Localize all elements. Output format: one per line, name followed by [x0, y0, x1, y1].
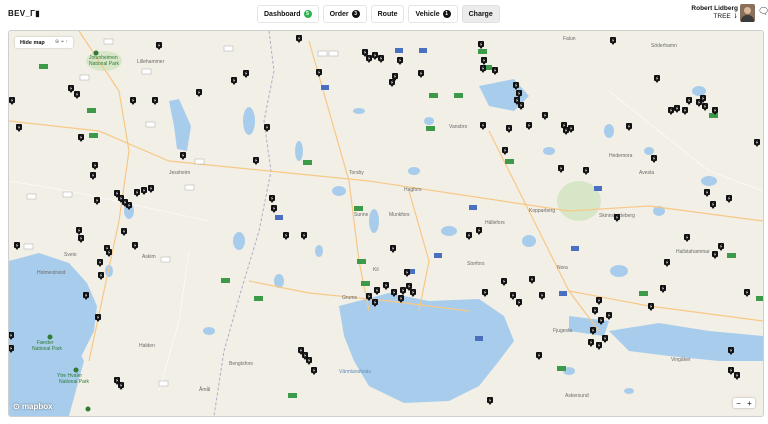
- svg-text:Vingåker: Vingåker: [671, 356, 691, 363]
- org-selector[interactable]: TREE ⇂: [691, 13, 738, 21]
- hide-map-button[interactable]: Hide map ⊕ ⌖ ↑: [15, 37, 74, 48]
- svg-text:Fjugesta: Fjugesta: [553, 328, 572, 334]
- top-bar: BEV_Γ▮ Dashboard 5 Order 3 Route Vehicle…: [0, 0, 768, 28]
- tab-dashboard[interactable]: Dashboard 5: [257, 5, 319, 23]
- tab-charge[interactable]: Charge: [461, 5, 500, 23]
- zoom-in-button[interactable]: +: [744, 398, 755, 408]
- zoom-control: − +: [733, 398, 755, 408]
- svg-text:Jessheim: Jessheim: [169, 170, 190, 176]
- tab-label: Dashboard: [264, 10, 301, 18]
- svg-text:Sunne: Sunne: [354, 212, 369, 218]
- svg-text:National Park: National Park: [89, 61, 120, 67]
- svg-text:Hällefors: Hällefors: [485, 220, 505, 226]
- tab-vehicle[interactable]: Vehicle 1: [408, 5, 458, 23]
- svg-text:National Park: National Park: [32, 346, 63, 352]
- mapbox-logo[interactable]: ⊙ mapbox: [13, 402, 53, 411]
- svg-text:Vansbro: Vansbro: [449, 124, 467, 130]
- zoom-out-button[interactable]: −: [733, 398, 744, 408]
- avatar[interactable]: [740, 4, 755, 22]
- svg-text:Askim: Askim: [142, 254, 156, 260]
- svg-text:Söderhamn: Söderhamn: [651, 43, 677, 49]
- tab-route[interactable]: Route: [370, 5, 405, 23]
- svg-text:Munkfors: Munkfors: [389, 212, 410, 218]
- svg-text:Hallstahammar: Hallstahammar: [676, 249, 710, 255]
- map-view[interactable]: Jotunheimen National Park Færder National …: [8, 30, 764, 417]
- svg-text:Avesta: Avesta: [639, 170, 654, 176]
- user-info[interactable]: Robert Lidberg TREE ⇂: [691, 5, 738, 21]
- svg-text:Åmål: Åmål: [199, 386, 210, 393]
- svg-text:Kil: Kil: [373, 267, 379, 273]
- svg-text:Hagfors: Hagfors: [404, 187, 422, 193]
- attribution-text: mapbox: [21, 402, 53, 411]
- count-badge: 5: [303, 10, 312, 18]
- svg-text:Bengtsfors: Bengtsfors: [229, 361, 253, 367]
- svg-text:Halden: Halden: [139, 343, 155, 349]
- svg-text:National Park: National Park: [59, 379, 90, 385]
- chat-icon[interactable]: 🗨: [758, 6, 768, 17]
- svg-text:Kopparberg: Kopparberg: [529, 208, 555, 214]
- app-brand[interactable]: BEV_Γ▮: [8, 9, 40, 18]
- tab-label: Charge: [468, 10, 493, 18]
- svg-text:Holmestrand: Holmestrand: [37, 270, 66, 276]
- svg-text:Falun: Falun: [563, 36, 576, 42]
- svg-text:Sveio: Sveio: [64, 252, 77, 258]
- svg-text:Torsby: Torsby: [349, 170, 364, 176]
- count-badge: 1: [442, 10, 451, 18]
- hide-map-label: Hide map: [20, 39, 45, 46]
- svg-text:Nora: Nora: [557, 265, 568, 271]
- svg-text:Grums: Grums: [342, 295, 358, 301]
- svg-text:Storfors: Storfors: [467, 261, 485, 267]
- svg-text:Lillehammer: Lillehammer: [137, 59, 165, 65]
- main-tabs: Dashboard 5 Order 3 Route Vehicle 1 Char…: [257, 5, 500, 23]
- tab-label: Route: [377, 10, 398, 18]
- tab-order[interactable]: Order 3: [322, 5, 367, 23]
- count-badge: 3: [351, 10, 360, 18]
- tab-label: Order: [329, 10, 349, 18]
- map-canvas[interactable]: JotunheimenNational Park FærderNational …: [9, 31, 763, 416]
- tab-label: Vehicle: [415, 10, 440, 18]
- svg-text:Värmlandsnäs: Värmlandsnäs: [339, 369, 371, 375]
- svg-text:Hedemora: Hedemora: [609, 153, 633, 159]
- map-tools[interactable]: ⊕ ⌖ ↑: [55, 39, 69, 46]
- svg-text:Askersund: Askersund: [565, 393, 589, 399]
- user-name: Robert Lidberg: [691, 5, 738, 12]
